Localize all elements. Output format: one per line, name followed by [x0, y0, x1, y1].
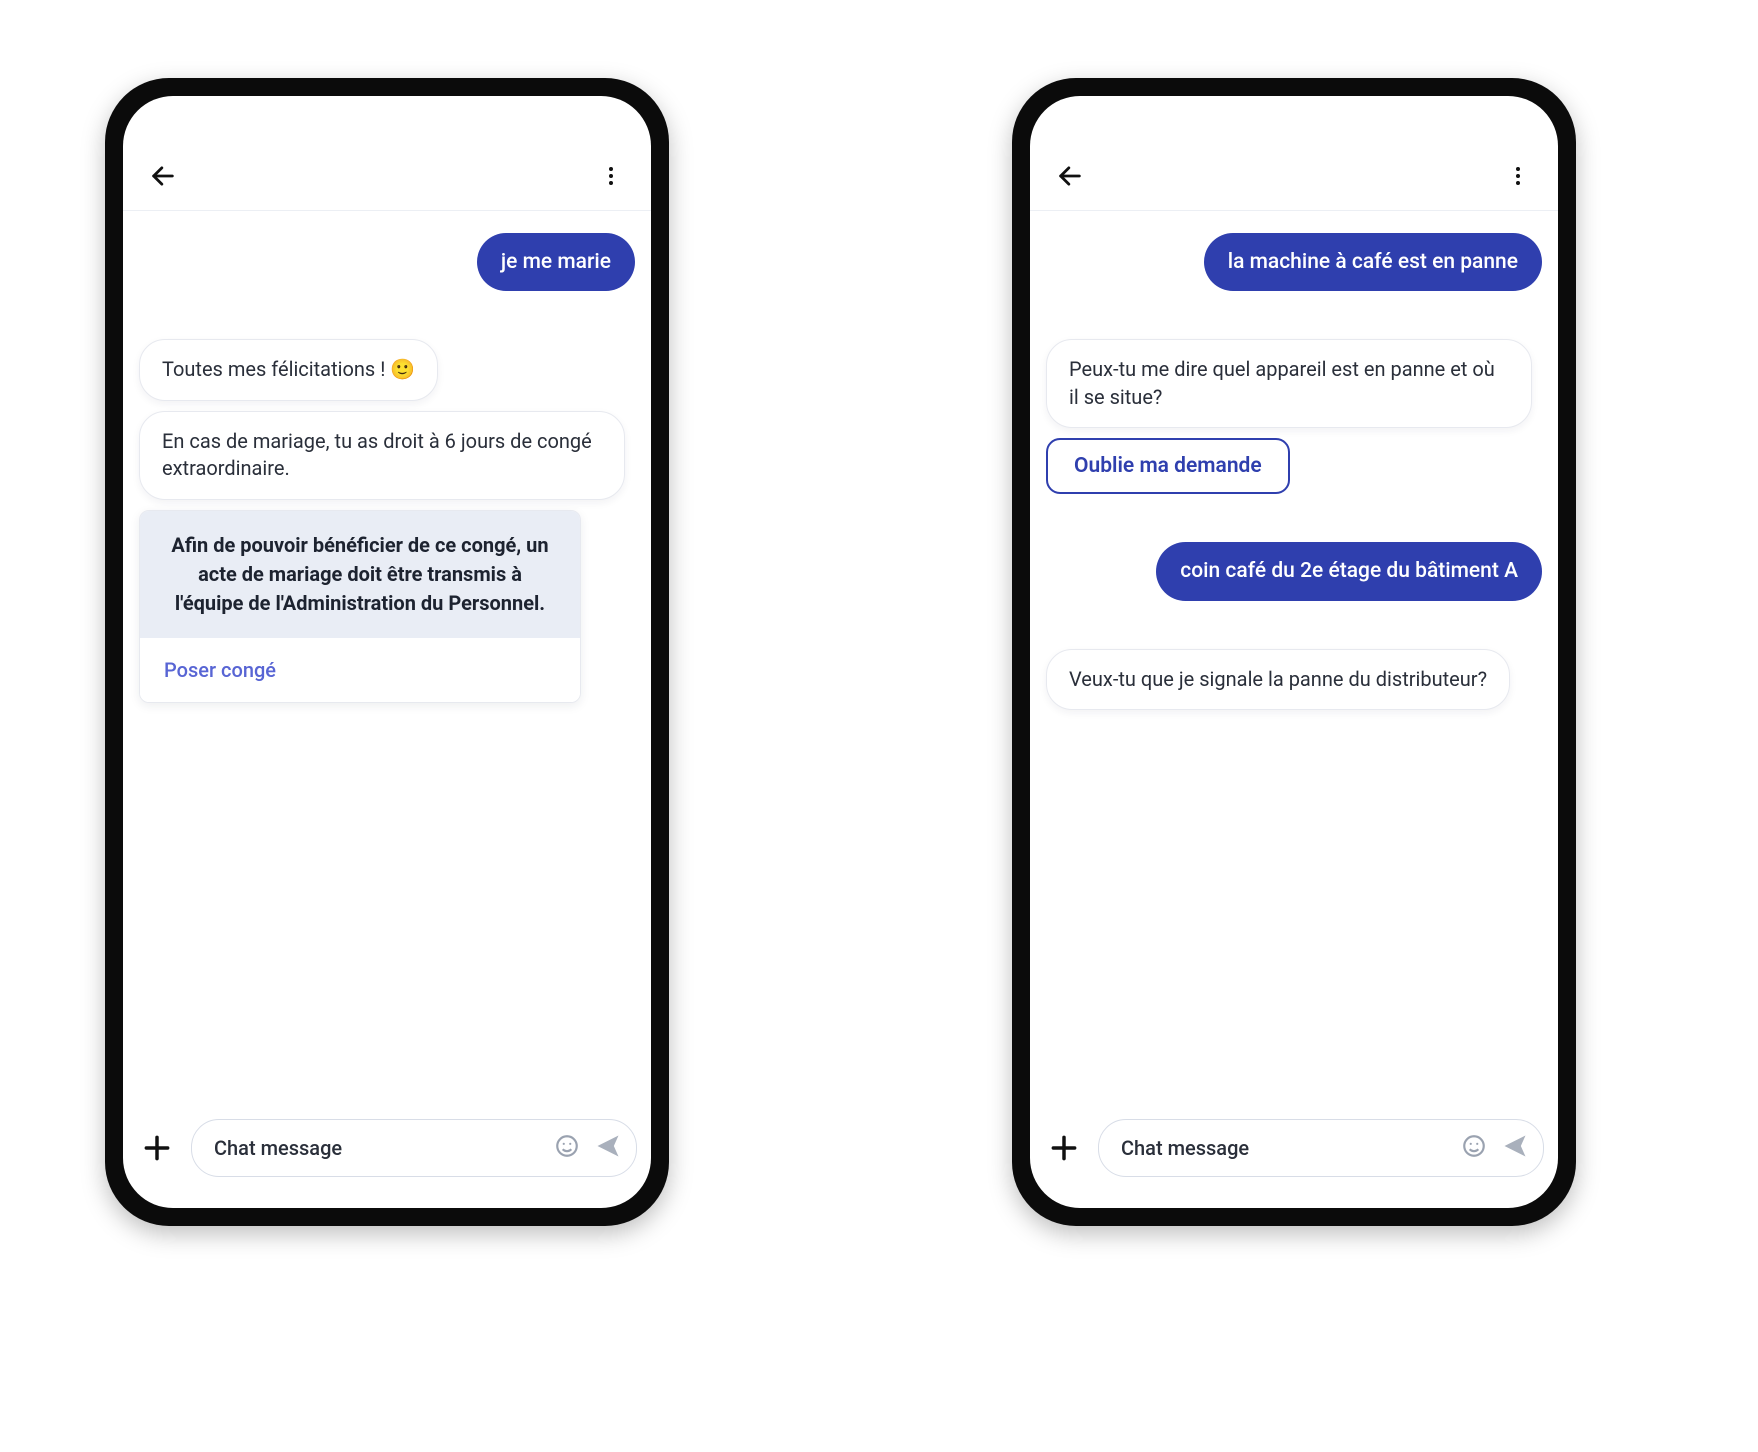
phone-screen: la machine à café est en panne Peux-tu m…: [1030, 96, 1558, 1208]
message-input[interactable]: Chat message: [1098, 1119, 1544, 1177]
info-card-link[interactable]: Poser congé: [140, 638, 580, 702]
attach-plus-icon[interactable]: [137, 1128, 177, 1168]
message-input-placeholder: Chat message: [1121, 1136, 1451, 1160]
chat-topbar: [1030, 142, 1558, 211]
user-message: coin café du 2e étage du bâtiment A: [1156, 542, 1542, 600]
user-message: je me marie: [477, 233, 635, 291]
info-card: Afin de pouvoir bénéficier de ce congé, …: [139, 510, 581, 703]
message-input-placeholder: Chat message: [214, 1136, 544, 1160]
phone-mockup-right: la machine à café est en panne Peux-tu m…: [1012, 78, 1576, 1226]
chat-composer: Chat message: [1030, 1104, 1558, 1208]
bot-message: Veux-tu que je signale la panne du distr…: [1046, 649, 1510, 711]
phone-screen: je me marie Toutes mes félicitations ! 🙂…: [123, 96, 651, 1208]
chat-composer: Chat message: [123, 1104, 651, 1208]
info-card-header: Afin de pouvoir bénéficier de ce congé, …: [140, 511, 580, 638]
user-message: la machine à café est en panne: [1204, 233, 1542, 291]
emoji-icon[interactable]: [1461, 1133, 1487, 1163]
more-vert-icon[interactable]: [591, 156, 631, 196]
back-arrow-icon[interactable]: [1050, 156, 1090, 196]
message-input[interactable]: Chat message: [191, 1119, 637, 1177]
bot-message: Toutes mes félicitations ! 🙂: [139, 339, 438, 401]
chat-topbar: [123, 142, 651, 211]
bot-message: En cas de mariage, tu as droit à 6 jours…: [139, 411, 625, 500]
emoji-icon[interactable]: [554, 1133, 580, 1163]
send-icon[interactable]: [594, 1132, 622, 1164]
chat-scroll[interactable]: la machine à café est en panne Peux-tu m…: [1030, 211, 1558, 1104]
attach-plus-icon[interactable]: [1044, 1128, 1084, 1168]
bot-message: Peux-tu me dire quel appareil est en pan…: [1046, 339, 1532, 428]
more-vert-icon[interactable]: [1498, 156, 1538, 196]
phone-mockup-left: je me marie Toutes mes félicitations ! 🙂…: [105, 78, 669, 1226]
chat-scroll[interactable]: je me marie Toutes mes félicitations ! 🙂…: [123, 211, 651, 1104]
quick-reply-button[interactable]: Oublie ma demande: [1046, 438, 1290, 494]
send-icon[interactable]: [1501, 1132, 1529, 1164]
back-arrow-icon[interactable]: [143, 156, 183, 196]
